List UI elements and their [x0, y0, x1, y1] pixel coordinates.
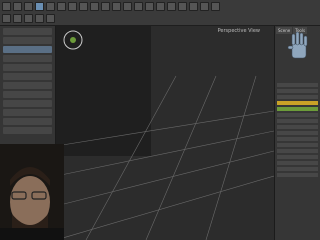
property-row[interactable] [3, 37, 52, 44]
scene-tree-row[interactable] [277, 95, 318, 99]
scene-tree-row[interactable] [277, 137, 318, 141]
scene-tree-row[interactable] [277, 167, 318, 171]
tool-button[interactable] [200, 2, 209, 11]
viewport-wall [56, 26, 151, 156]
tool-button[interactable] [46, 14, 55, 23]
webcam-overlay [0, 144, 64, 240]
viewport-scene [56, 26, 274, 240]
tool-button[interactable] [112, 2, 121, 11]
property-row[interactable] [3, 46, 52, 53]
tool-button[interactable] [101, 2, 110, 11]
scene-tree-row[interactable] [277, 107, 318, 111]
hand-pose-icon[interactable] [286, 30, 314, 64]
webcam-video [0, 144, 64, 240]
tool-button[interactable] [2, 2, 11, 11]
tool-button[interactable] [123, 2, 132, 11]
property-row[interactable] [3, 91, 52, 98]
scene-tree-row[interactable] [277, 173, 318, 177]
tool-button[interactable] [2, 14, 11, 23]
tool-button[interactable] [46, 2, 55, 11]
tool-button[interactable] [13, 2, 22, 11]
property-row[interactable] [3, 82, 52, 89]
scene-tree-row[interactable] [277, 143, 318, 147]
tool-button[interactable] [24, 14, 33, 23]
property-row[interactable] [3, 100, 52, 107]
tool-button[interactable] [68, 2, 77, 11]
tool-button[interactable] [189, 2, 198, 11]
toolbar-row-2 [0, 14, 55, 24]
toolbar-row-1 [0, 2, 220, 12]
scene-tree-row[interactable] [277, 83, 318, 87]
property-row[interactable] [3, 109, 52, 116]
toolbar [0, 0, 320, 26]
tool-button[interactable] [35, 2, 44, 11]
camera-orbit-center [70, 37, 76, 43]
tool-button[interactable] [211, 2, 220, 11]
property-row[interactable] [3, 118, 52, 125]
scene-tree-row[interactable] [277, 125, 318, 129]
tool-button[interactable] [35, 14, 44, 23]
property-row[interactable] [3, 28, 52, 35]
scene-tree-row[interactable] [277, 161, 318, 165]
tool-button[interactable] [145, 2, 154, 11]
property-row[interactable] [3, 64, 52, 71]
viewport-camera-label: Perspective View [217, 28, 260, 34]
scene-tree-row[interactable] [277, 89, 318, 93]
property-row[interactable] [3, 127, 52, 134]
scene-tree-row-selected[interactable] [277, 101, 318, 105]
scene-tree-row[interactable] [277, 149, 318, 153]
tool-button[interactable] [156, 2, 165, 11]
3d-viewport[interactable]: Perspective View [56, 26, 274, 240]
tool-button[interactable] [134, 2, 143, 11]
scene-tree-row[interactable] [277, 155, 318, 159]
tool-button[interactable] [167, 2, 176, 11]
tool-button[interactable] [90, 2, 99, 11]
tool-button[interactable] [57, 2, 66, 11]
scene-tree-row[interactable] [277, 131, 318, 135]
tool-button[interactable] [13, 14, 22, 23]
property-row[interactable] [3, 55, 52, 62]
scene-tree-row[interactable] [277, 119, 318, 123]
tool-button[interactable] [79, 2, 88, 11]
property-row[interactable] [3, 73, 52, 80]
tool-button[interactable] [24, 2, 33, 11]
scene-tree-row[interactable] [277, 113, 318, 117]
tool-button[interactable] [178, 2, 187, 11]
